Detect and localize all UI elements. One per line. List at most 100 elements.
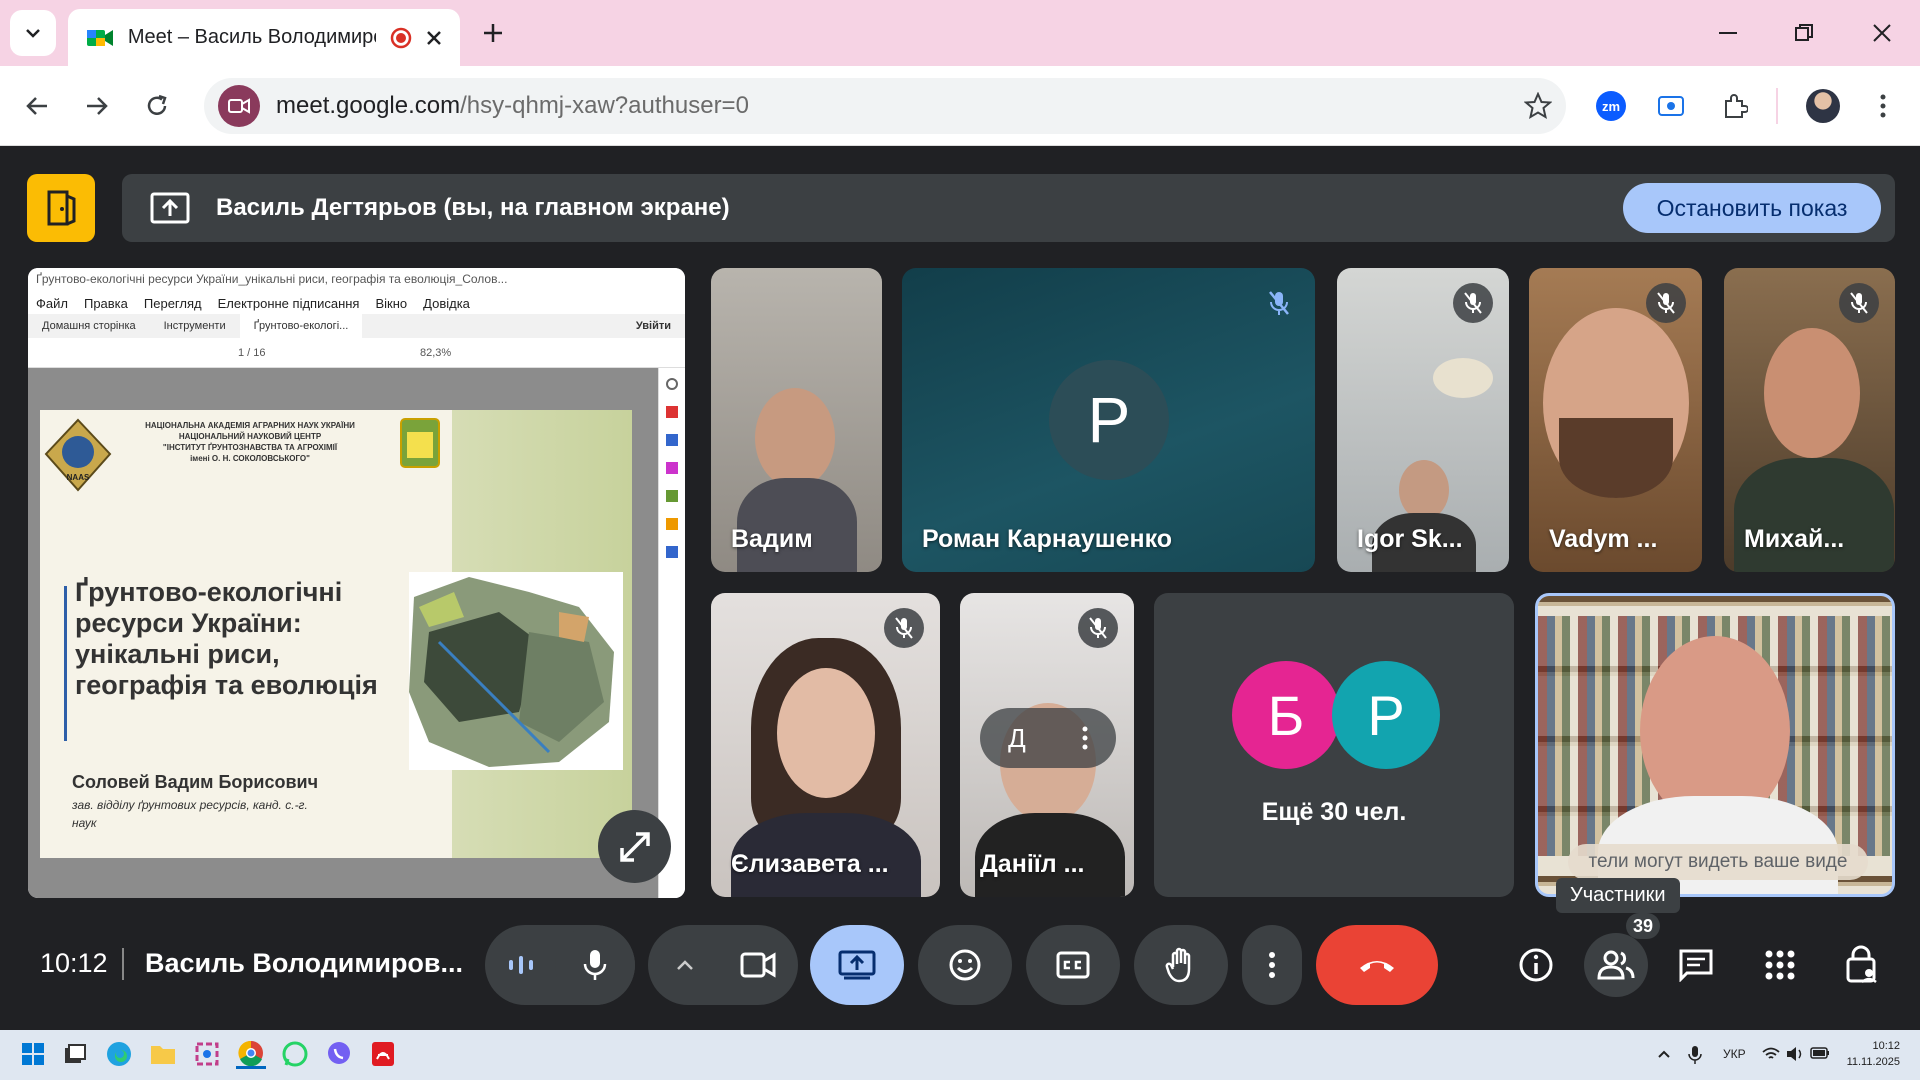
others-tile[interactable]: Б Р Ещё 30 чел.: [1154, 593, 1514, 897]
site-info-icon[interactable]: [218, 85, 260, 127]
minimize-icon: [1719, 32, 1737, 34]
chat-button[interactable]: [1664, 933, 1728, 997]
pdf-comment-icon[interactable]: [666, 490, 678, 502]
close-window-button[interactable]: [1858, 10, 1906, 56]
back-button[interactable]: [14, 83, 60, 129]
taskbar-chrome[interactable]: [236, 1039, 266, 1069]
screen-capture-extension-button[interactable]: [1648, 83, 1694, 129]
meeting-details-button[interactable]: [1504, 933, 1568, 997]
plus-icon: [484, 24, 502, 42]
muted-indicator: [1259, 283, 1299, 323]
taskbar-viber[interactable]: [324, 1039, 354, 1069]
presenting-banner: Василь Дегтярьов (вы, на главном экране)…: [122, 174, 1895, 242]
pdf-page-indicator[interactable]: 1 / 16: [238, 347, 266, 359]
fullscreen-button[interactable]: [598, 810, 671, 883]
raise-hand-button[interactable]: [1134, 925, 1228, 1005]
zoom-extension-button[interactable]: zm: [1588, 83, 1634, 129]
video-camera-icon: [228, 98, 250, 114]
stop-presenting-button[interactable]: Остановить показ: [1623, 183, 1881, 233]
volume-icon[interactable]: [1786, 1046, 1804, 1062]
camera-button[interactable]: [718, 925, 798, 1005]
browser-tab[interactable]: Meet – Василь Володимирович: [68, 9, 460, 66]
captions-button[interactable]: [1026, 925, 1120, 1005]
pdf-tab-home[interactable]: Домашня сторінка: [28, 314, 150, 338]
slide-accent-bar: [64, 586, 67, 741]
mic-button[interactable]: [555, 925, 635, 1005]
pdf-tab-tools[interactable]: Інструменти: [150, 314, 240, 338]
zoom-tool-icon[interactable]: [666, 378, 678, 390]
pdf-sign-icon[interactable]: [666, 518, 678, 530]
tab-search-button[interactable]: [10, 10, 56, 56]
taskbar-snipping[interactable]: [192, 1039, 222, 1069]
activities-button[interactable]: [1748, 933, 1812, 997]
tray-date: 11.11.2025: [1846, 1056, 1900, 1068]
tray-language[interactable]: УКР: [1723, 1047, 1746, 1061]
battery-icon[interactable]: [1810, 1047, 1830, 1059]
leave-call-button[interactable]: [1316, 925, 1438, 1005]
pdf-edit-icon[interactable]: [666, 434, 678, 446]
taskbar-edge[interactable]: [104, 1039, 134, 1069]
tray-clock[interactable]: 10:12 11.11.2025: [1847, 1038, 1900, 1070]
host-controls-button[interactable]: [1830, 933, 1894, 997]
participant-tile[interactable]: Р Роман Карнаушенко: [902, 268, 1315, 572]
taskbar-file-explorer[interactable]: [148, 1039, 178, 1069]
pdf-menu-item[interactable]: Вікно: [375, 296, 407, 311]
chrome-menu-button[interactable]: [1860, 83, 1906, 129]
audio-level-icon[interactable]: [507, 953, 535, 977]
pdf-menu-item[interactable]: Правка: [84, 296, 128, 311]
pdf-menu-item[interactable]: Довідка: [423, 296, 470, 311]
pdf-protect-icon[interactable]: [666, 546, 678, 558]
meeting-info-tile[interactable]: [27, 174, 95, 242]
bookmark-star-icon[interactable]: [1524, 92, 1552, 120]
participant-tile[interactable]: Д Даніїл ...: [960, 593, 1134, 897]
address-bar[interactable]: meet.google.com/hsy-qhmj-xaw?authuser=0: [204, 78, 1566, 134]
chevron-up-icon[interactable]: [676, 959, 694, 971]
whatsapp-icon: [282, 1041, 308, 1067]
more-vert-icon[interactable]: [1082, 726, 1088, 750]
new-tab-button[interactable]: [470, 10, 516, 56]
pdf-menu-item[interactable]: Перегляд: [144, 296, 202, 311]
self-tile[interactable]: тели могут видеть ваше виде: [1535, 593, 1895, 897]
slide-title: Ґрунтово-екологічні ресурси України: уні…: [75, 577, 378, 700]
pdf-tab-document[interactable]: Ґрунтово-екологі...: [239, 314, 363, 338]
tile-hover-controls[interactable]: Д: [980, 708, 1116, 768]
pdf-menu-item[interactable]: Файл: [36, 296, 68, 311]
present-button[interactable]: [810, 925, 904, 1005]
browser-tab-bar: Meet – Василь Володимирович: [0, 0, 1920, 66]
pdf-zoom-level[interactable]: 82,3%: [420, 347, 451, 359]
tray-mic-icon[interactable]: [1688, 1045, 1702, 1065]
close-tab-icon[interactable]: [426, 30, 442, 46]
profile-button[interactable]: [1800, 83, 1846, 129]
more-options-button[interactable]: [1242, 925, 1302, 1005]
wifi-icon[interactable]: [1762, 1047, 1780, 1061]
presentation-tile[interactable]: Ґрунтово-екологічні ресурси України_унік…: [28, 268, 685, 898]
task-view-button[interactable]: [60, 1039, 90, 1069]
url-text: meet.google.com/hsy-qhmj-xaw?authuser=0: [276, 92, 749, 119]
start-button[interactable]: [18, 1039, 48, 1069]
pdf-signin[interactable]: Увійти: [622, 314, 685, 338]
participant-tile[interactable]: Igor Sk...: [1337, 268, 1509, 572]
arrow-left-icon: [26, 97, 47, 115]
participants-count-badge: 39: [1626, 913, 1660, 939]
participant-tile[interactable]: Vadym ...: [1529, 268, 1702, 572]
folder-icon: [151, 1046, 175, 1064]
taskbar-whatsapp[interactable]: [280, 1039, 310, 1069]
extensions-button[interactable]: [1712, 83, 1758, 129]
taskbar-acrobat[interactable]: [368, 1039, 398, 1069]
pdf-organize-icon[interactable]: [666, 462, 678, 474]
people-button[interactable]: [1584, 933, 1648, 997]
reactions-button[interactable]: [918, 925, 1012, 1005]
pdf-slide: NAAS НАЦІОНАЛЬНА АКАДЕМІЯ АГРАРНИХ НАУК …: [40, 410, 632, 858]
minimize-button[interactable]: [1704, 10, 1752, 56]
soil-map-image: [409, 572, 623, 770]
participant-tile[interactable]: Михай...: [1724, 268, 1895, 572]
reload-button[interactable]: [134, 83, 180, 129]
participant-tile[interactable]: Єлизавета ...: [711, 593, 940, 897]
tray-chevron-icon[interactable]: [1657, 1049, 1671, 1059]
pdf-export-icon[interactable]: [666, 406, 678, 418]
pdf-menu-item[interactable]: Електронне підписання: [218, 296, 360, 311]
participant-tile[interactable]: Вадим: [711, 268, 882, 572]
forward-button[interactable]: [74, 83, 120, 129]
present-screen-icon: [150, 192, 190, 224]
restore-button[interactable]: [1780, 10, 1828, 56]
